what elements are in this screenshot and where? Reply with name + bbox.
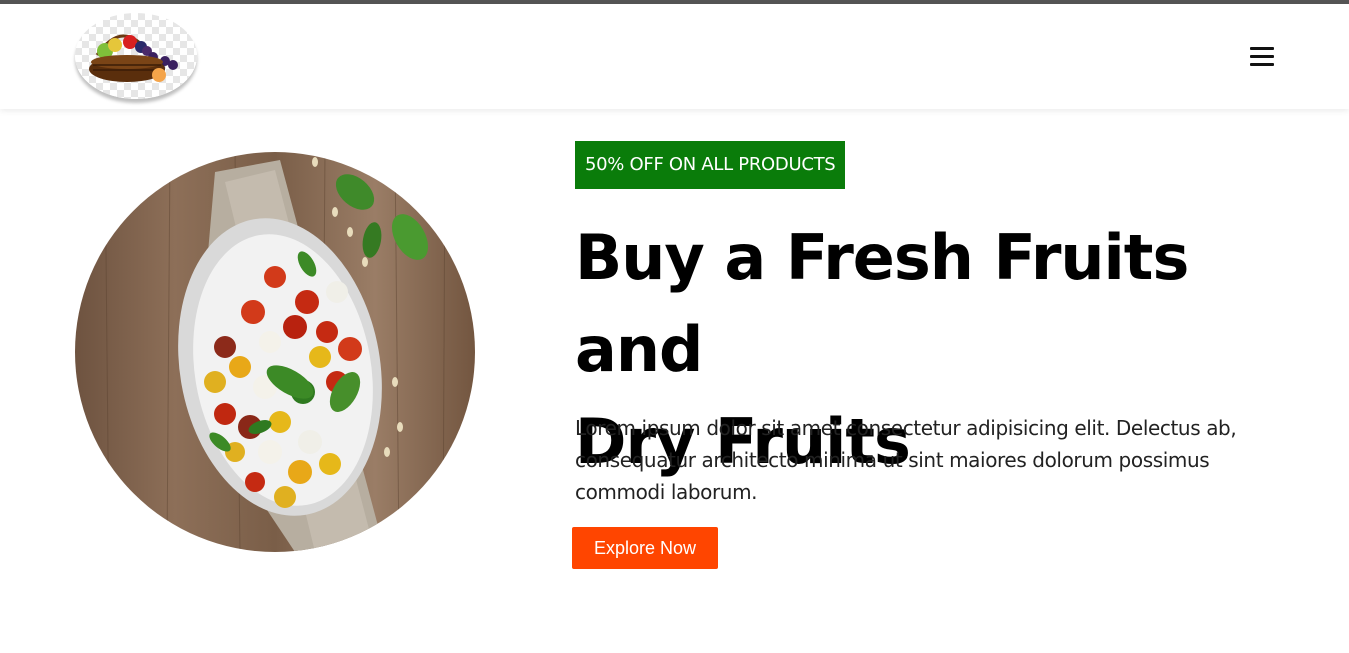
menu-bar xyxy=(1250,55,1274,58)
hero-description: Lorem ipsum dolor sit amet consectetur a… xyxy=(575,416,1237,504)
logo[interactable] xyxy=(75,13,197,99)
salad-bowl-image xyxy=(75,152,475,552)
site-header xyxy=(0,4,1349,109)
hamburger-menu-icon[interactable] xyxy=(1248,44,1276,70)
hero-title-line1: Buy a Fresh Fruits and xyxy=(575,221,1189,386)
menu-bar xyxy=(1250,47,1274,50)
menu-bar xyxy=(1250,63,1274,66)
fruit-basket-icon xyxy=(89,34,178,82)
discount-badge: 50% OFF ON ALL PRODUCTS xyxy=(575,141,846,189)
explore-now-button[interactable]: Explore Now xyxy=(572,527,718,569)
